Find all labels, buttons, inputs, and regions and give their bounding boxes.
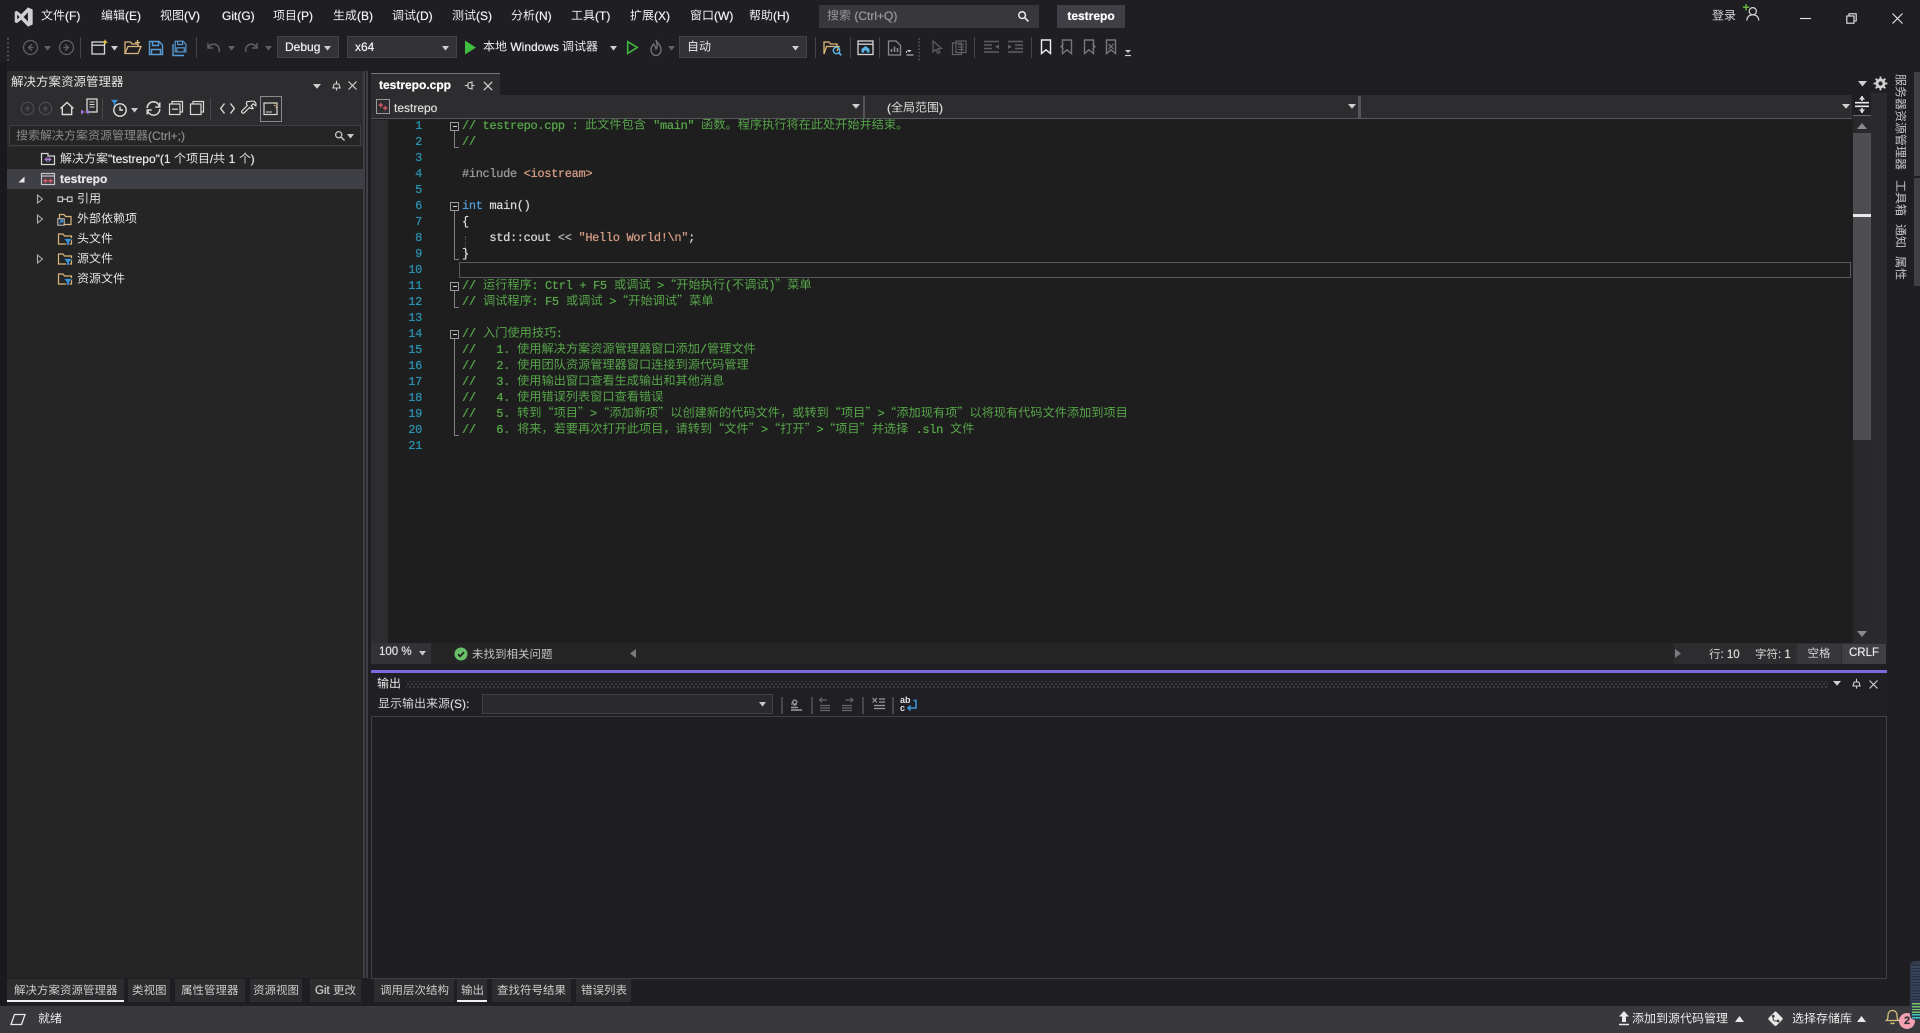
svg-text:c: c [900, 703, 905, 713]
